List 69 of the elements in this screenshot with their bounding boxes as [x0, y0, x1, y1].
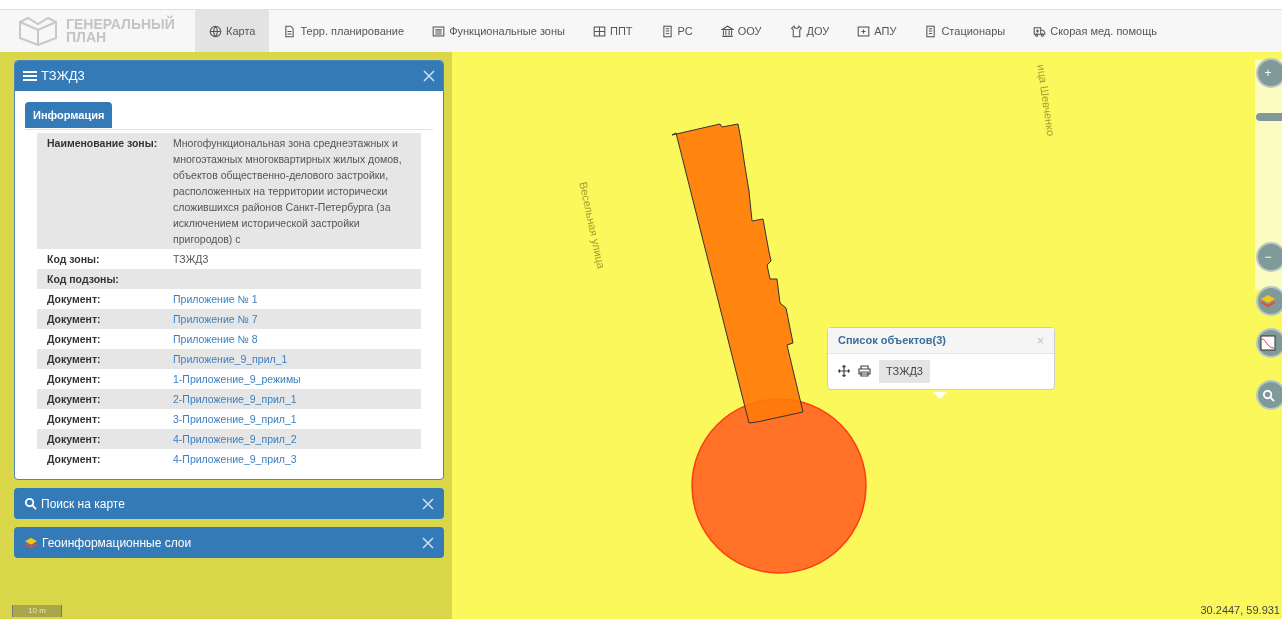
nav-tab[interactable]: Функциональные зоны — [418, 10, 579, 52]
nav-tab[interactable]: АПУ — [843, 10, 911, 52]
document-link[interactable]: 4-Приложение_9_прил_2 — [173, 431, 297, 448]
object-item[interactable]: ТЗЖД3 — [879, 360, 930, 383]
ambulance-icon — [1033, 24, 1047, 38]
document-link[interactable]: Приложение № 8 — [173, 331, 258, 348]
popup-title: Список объектов(3) — [838, 333, 946, 349]
nav-tab[interactable]: ППТ — [578, 10, 647, 52]
field-label: Документ: — [47, 352, 102, 368]
scale-bar: 10 m — [12, 605, 62, 617]
document-link[interactable]: 1-Приложение_9_режимы — [173, 371, 301, 388]
move-icon[interactable] — [838, 365, 850, 378]
field-value: ТЗЖД3 — [173, 252, 209, 268]
building-icon — [924, 24, 938, 38]
document-icon — [283, 24, 297, 38]
zoom-slider-handle[interactable] — [1256, 113, 1282, 121]
panel-title: Геоинформационные слои — [42, 534, 192, 552]
nav-tab[interactable]: Терр. планирование — [269, 10, 419, 52]
document-link[interactable]: 3-Приложение_9_прил_1 — [173, 411, 297, 428]
bank-icon — [720, 24, 734, 38]
close-icon[interactable] — [422, 536, 434, 549]
nav-tab[interactable]: ООУ — [706, 10, 776, 52]
nav-tab[interactable]: Карта — [195, 10, 270, 52]
field-label: Документ: — [47, 292, 102, 308]
nav-tab[interactable]: ДОУ — [775, 10, 844, 52]
field-label: Документ: — [47, 432, 102, 448]
field-label: Документ: — [47, 392, 102, 408]
street-label: ица Шевченко — [1034, 63, 1059, 138]
grid-icon — [592, 24, 606, 38]
book-logo-icon — [18, 16, 58, 46]
document-link[interactable]: 2-Приложение_9_прил_1 — [173, 391, 297, 408]
field-label: Документ: — [47, 412, 102, 428]
close-icon[interactable] — [423, 70, 435, 82]
field-label: Документ: — [47, 372, 102, 388]
field-label: Документ: — [47, 332, 102, 348]
menu-icon[interactable] — [23, 70, 37, 82]
field-label: Наименование зоны: — [47, 136, 159, 152]
list-icon — [432, 24, 446, 38]
search-icon — [24, 497, 37, 511]
field-label: Документ: — [47, 452, 102, 468]
coordinates-text: 30.2447, 59.931 — [1200, 602, 1280, 618]
globe-icon — [209, 24, 222, 38]
nav-tab[interactable]: Скорая мед. помощь — [1019, 10, 1171, 52]
chart-icon — [1260, 335, 1276, 351]
shirt-icon — [789, 24, 803, 38]
field-label: Код подзоны: — [47, 272, 120, 288]
layers-icon — [1260, 294, 1276, 308]
panel-title: ТЗЖД3 — [41, 67, 85, 86]
collapsed-panel-header[interactable]: Поиск на карте — [14, 488, 444, 520]
field-label: Код зоны: — [47, 252, 101, 268]
document-link[interactable]: Приложение № 1 — [173, 291, 258, 308]
nav-tab[interactable]: Стационары — [910, 10, 1020, 52]
street-label: Весельная улица — [576, 180, 609, 271]
document-link[interactable]: Приложение_9_прил_1 — [173, 351, 288, 368]
information-tab[interactable]: Информация — [25, 102, 113, 129]
document-link[interactable]: Приложение № 7 — [173, 311, 258, 328]
collapsed-panel-header[interactable]: Геоинформационные слои — [14, 527, 444, 559]
field-value: Многофункциональная зона среднеэтажных и многоэтажных многоквартирных жилых домов, объектов общественно-делового застройки, расположенных на территории исторически сложившихся районов Санкт-Петербурга (за исключением исторической застройки пригородов) с — [173, 136, 403, 248]
search-icon — [1261, 388, 1275, 402]
close-icon[interactable] — [422, 497, 434, 510]
field-label: Документ: — [47, 312, 102, 328]
popup-pointer — [933, 392, 947, 399]
clinic-icon — [857, 24, 871, 38]
nav-tab[interactable]: РС — [646, 10, 707, 52]
document-link[interactable]: 4-Приложение_9_прил_3 — [173, 451, 297, 468]
panel-title: Поиск на карте — [41, 495, 125, 513]
print-icon[interactable] — [858, 365, 871, 378]
layers-icon — [24, 536, 38, 549]
building-icon — [660, 24, 674, 38]
